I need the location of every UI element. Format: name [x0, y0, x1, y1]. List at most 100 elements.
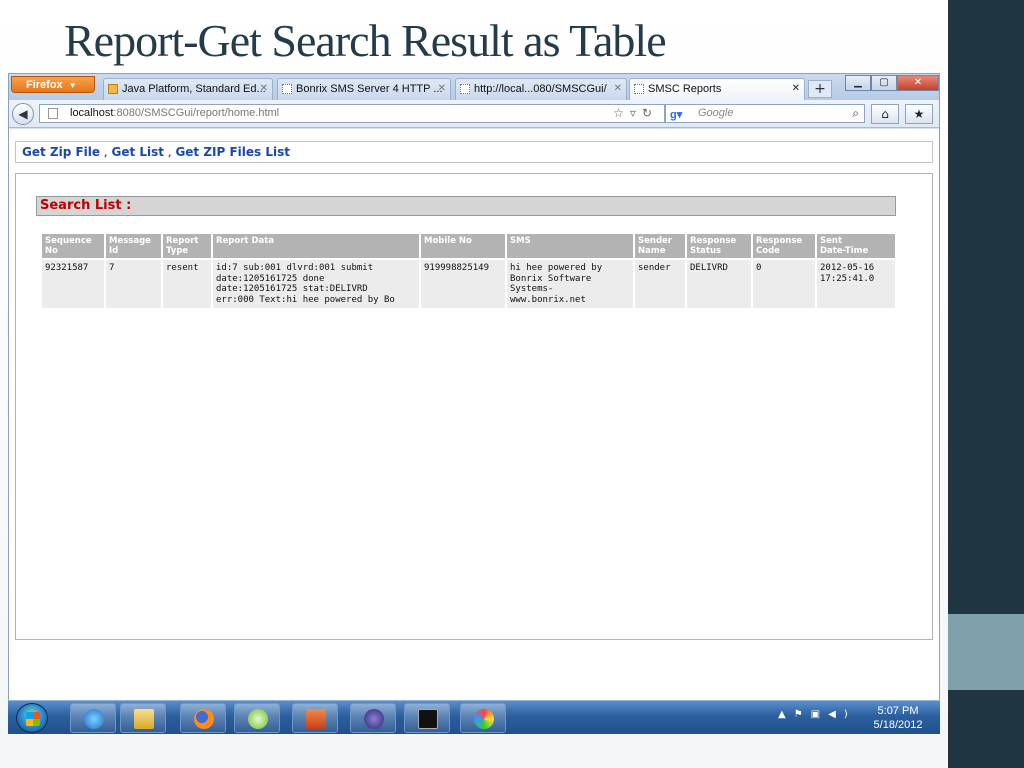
tab-label: Java Platform, Standard Ed... — [122, 83, 266, 95]
home-icon[interactable]: ⌂ — [871, 104, 899, 124]
cell-sender-name: sender — [635, 260, 685, 308]
ie-icon — [84, 709, 104, 729]
network-icon[interactable]: ▣ — [811, 709, 828, 720]
close-icon[interactable]: ✕ — [614, 79, 622, 99]
col-response-code: Response Code — [753, 234, 815, 258]
link-separator: , — [104, 149, 108, 159]
close-window-button[interactable]: ✕ — [897, 75, 939, 91]
explorer-icon — [134, 709, 154, 729]
taskbar-explorer[interactable] — [120, 703, 166, 733]
tab-bar: Firefox ▼ Java Platform, Standard Ed... ✕… — [9, 74, 939, 100]
search-list-heading: Search List : — [36, 196, 896, 216]
talk-icon — [248, 709, 268, 729]
browser-window: Firefox ▼ Java Platform, Standard Ed... ✕… — [8, 73, 940, 702]
maximize-button[interactable]: ▢ — [871, 75, 897, 91]
windows-taskbar: ▲⚑▣◀) 5:07 PM 5/18/2012 — [8, 700, 940, 734]
col-mobile-no: Mobile No — [421, 234, 505, 258]
search-icon[interactable]: ⌕ — [852, 105, 859, 122]
java-icon — [108, 84, 118, 94]
volume-icon[interactable]: ◀) — [828, 709, 856, 720]
col-sms: SMS — [507, 234, 633, 258]
col-sequence-no: Sequence No — [42, 234, 104, 258]
back-button[interactable]: ◀ — [12, 103, 34, 125]
windows-logo-icon — [26, 712, 40, 726]
col-sent-datetime: Sent Date-Time — [817, 234, 895, 258]
start-button[interactable] — [16, 703, 48, 733]
firefox-menu-label: Firefox — [26, 79, 63, 91]
slide-right-accent — [948, 614, 1024, 690]
tab-label: Bonrix SMS Server 4 HTTP ... — [296, 83, 443, 95]
clock-date: 5/18/2012 — [873, 719, 923, 731]
eclipse-icon — [364, 709, 384, 729]
cell-sms: hi hee powered by Bonrix Software Systems-… — [507, 260, 633, 308]
taskbar-eclipse[interactable] — [350, 703, 396, 733]
taskbar-clock[interactable]: 5:07 PM 5/18/2012 — [868, 704, 928, 732]
taskbar-paint[interactable] — [460, 703, 506, 733]
get-list-link[interactable]: Get List — [111, 145, 164, 159]
system-tray: ▲⚑▣◀) — [778, 709, 856, 720]
new-tab-button[interactable]: + — [808, 80, 832, 98]
reload-icon[interactable]: ↻ — [642, 106, 658, 120]
navigation-bar: ◀ localhost:8080/SMSCGui/report/home.htm… — [9, 100, 939, 128]
url-bar[interactable]: localhost:8080/SMSCGui/report/home.html … — [39, 104, 665, 123]
page-viewport: Get Zip File, Get List, Get ZIP Files List… — [9, 129, 939, 702]
tab-smsc-reports[interactable]: SMSC Reports ✕ — [629, 78, 805, 100]
cell-response-code: 0 — [753, 260, 815, 308]
cell-report-type: resent — [163, 260, 211, 308]
report-links-bar: Get Zip File, Get List, Get ZIP Files List — [15, 141, 933, 163]
cmd-icon — [418, 709, 438, 729]
close-icon[interactable]: ✕ — [438, 79, 446, 99]
paint-icon — [474, 709, 494, 729]
cell-sequence-no: 92321587 — [42, 260, 104, 308]
tab-localhost[interactable]: http://local...080/SMSCGui/ ✕ — [455, 78, 627, 100]
url-host: localhost — [70, 107, 114, 119]
get-zip-files-list-link[interactable]: Get ZIP Files List — [175, 145, 290, 159]
page-icon — [48, 108, 58, 119]
link-separator: , — [168, 149, 172, 159]
tab-bonrix-sms[interactable]: Bonrix SMS Server 4 HTTP ... ✕ — [277, 78, 451, 100]
firefox-menu-button[interactable]: Firefox ▼ — [11, 76, 95, 93]
minimize-button[interactable]: ▁ — [845, 75, 871, 91]
search-input[interactable]: g▾ Google ⌕ — [665, 104, 865, 123]
firefox-icon — [194, 709, 214, 729]
tab-java-platform[interactable]: Java Platform, Standard Ed... ✕ — [103, 78, 273, 100]
table-row: 92321587 7 resent id:7 sub:001 dlvrd:001… — [42, 260, 895, 308]
cell-report-data: id:7 sub:001 dlvrd:001 submit date:120516… — [213, 260, 419, 308]
tray-expand-icon[interactable]: ▲ — [778, 709, 794, 720]
close-icon[interactable]: ✕ — [260, 79, 268, 99]
search-panel: Search List : Sequence No Message Id Repor… — [15, 173, 933, 640]
table-header-row: Sequence No Message Id Report Type Report D… — [42, 234, 895, 258]
tab-label: http://local...080/SMSCGui/ — [474, 83, 607, 95]
cell-mobile-no: 919998825149 — [421, 260, 505, 308]
slide-title: Report-Get Search Result as Table — [64, 15, 667, 66]
taskbar-powerpoint[interactable] — [292, 703, 338, 733]
col-sender-name: Sender Name — [635, 234, 685, 258]
clock-time: 5:07 PM — [877, 705, 919, 717]
dropdown-icon[interactable]: ▿ — [630, 106, 642, 120]
bookmark-star-icon[interactable]: ☆ — [613, 106, 630, 120]
taskbar-talk[interactable] — [234, 703, 280, 733]
cell-response-status: DELIVRD — [687, 260, 751, 308]
cell-message-id: 7 — [106, 260, 161, 308]
caret-down-icon: ▼ — [68, 81, 77, 90]
bookmarks-icon[interactable]: ★ — [905, 104, 933, 124]
tab-label: SMSC Reports — [648, 83, 722, 95]
blank-page-icon — [634, 84, 644, 94]
taskbar-cmd[interactable] — [404, 703, 450, 733]
url-path: :8080/SMSCGui/report/home.html — [113, 107, 280, 119]
taskbar-ie[interactable] — [70, 703, 116, 733]
col-report-data: Report Data — [213, 234, 419, 258]
powerpoint-icon — [306, 709, 326, 729]
search-results-table: Sequence No Message Id Report Type Report D… — [40, 232, 897, 310]
google-icon[interactable]: g▾ — [670, 107, 682, 124]
url-actions: ☆▿↻ — [613, 105, 658, 122]
flag-icon[interactable]: ⚑ — [794, 709, 811, 720]
blank-page-icon — [460, 84, 470, 94]
taskbar-firefox[interactable] — [180, 703, 226, 733]
cell-sent-datetime: 2012-05-16 17:25:41.0 — [817, 260, 895, 308]
col-message-id: Message Id — [106, 234, 161, 258]
close-icon[interactable]: ✕ — [792, 79, 800, 99]
get-zip-file-link[interactable]: Get Zip File — [22, 145, 100, 159]
col-response-status: Response Status — [687, 234, 751, 258]
search-placeholder: Google — [698, 107, 734, 119]
